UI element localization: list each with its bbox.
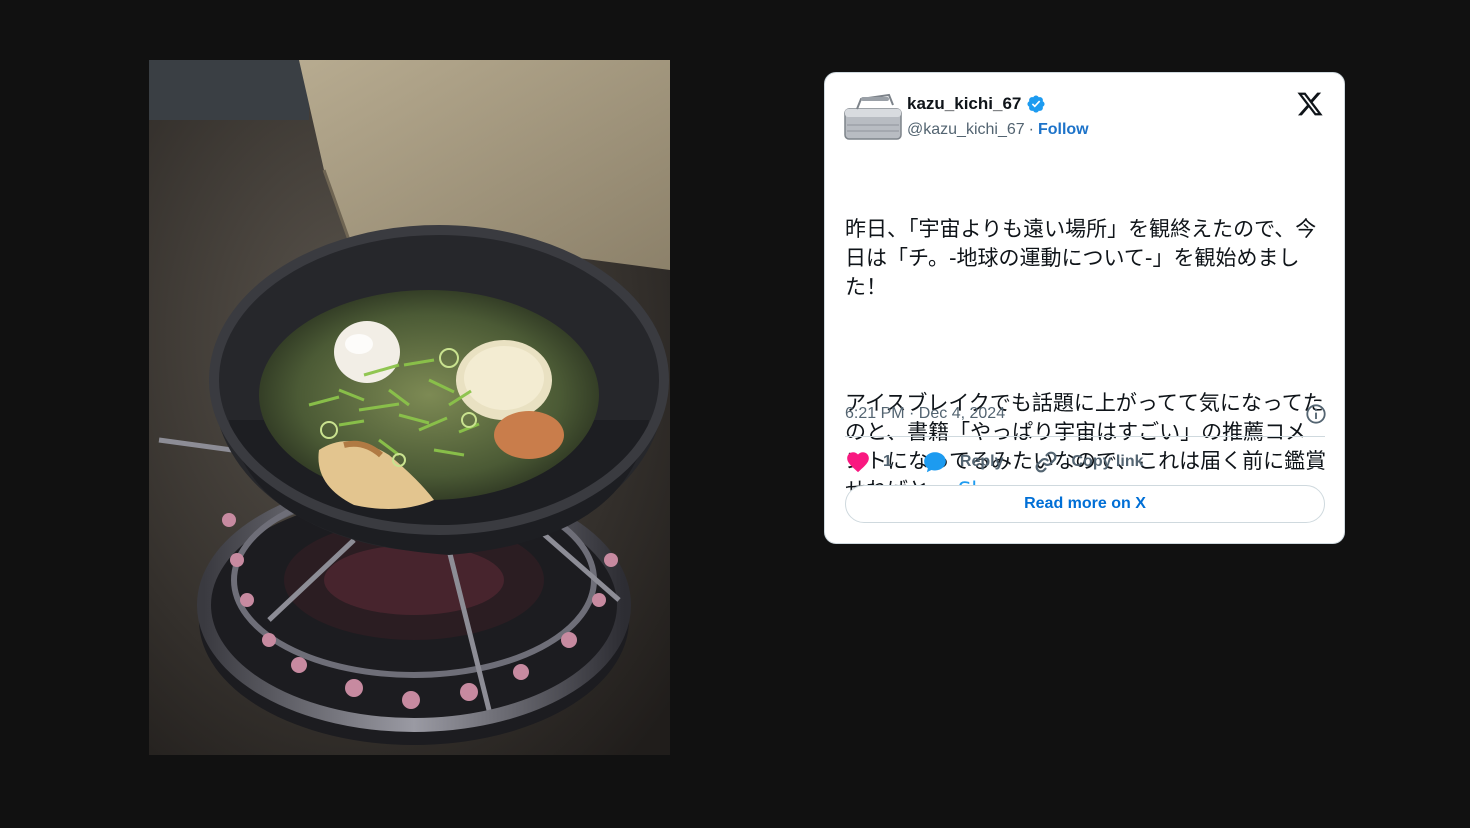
tweet-card[interactable]: kazu_kichi_67 @kazu_kichi_67 · Follow 昨日… — [824, 72, 1345, 544]
copy-link-label: Copy link — [1071, 453, 1144, 470]
reply-button[interactable]: Reply — [922, 449, 1004, 475]
reply-label: Reply — [959, 453, 1004, 470]
author-name-row[interactable]: kazu_kichi_67 — [907, 94, 1046, 114]
follow-link[interactable]: Follow — [1038, 121, 1089, 139]
like-count: 1 — [883, 453, 892, 470]
embed-page: kazu_kichi_67 @kazu_kichi_67 · Follow 昨日… — [0, 0, 1470, 828]
tweet-meta-row: 6:21 PM · Dec 4, 2024 — [845, 402, 1327, 426]
separator-dot: · — [1028, 121, 1034, 138]
tweet-photo[interactable] — [149, 60, 670, 755]
tweet-actions: 1 Reply Copy link — [845, 449, 1144, 475]
copy-link-button[interactable]: Copy link — [1033, 449, 1144, 475]
camping-stove-pot-photo — [149, 60, 670, 755]
verified-badge-icon — [1027, 95, 1045, 113]
author-handle-row: @kazu_kichi_67 · Follow — [907, 121, 1089, 139]
x-logo-icon[interactable] — [1296, 90, 1324, 118]
tweet-timestamp[interactable]: 6:21 PM · Dec 4, 2024 — [845, 405, 1005, 423]
link-icon — [1036, 451, 1057, 473]
tweet-paragraph-1: 昨日、「宇宙よりも遠い場所」を観終えたので、今日は「チ。-地球の運動について-」… — [845, 217, 1317, 299]
author-display-name[interactable]: kazu_kichi_67 — [907, 94, 1021, 114]
info-icon[interactable] — [1305, 403, 1327, 425]
divider — [845, 436, 1325, 437]
like-button[interactable]: 1 — [845, 449, 892, 475]
heart-icon — [847, 452, 869, 473]
author-handle[interactable]: @kazu_kichi_67 — [907, 121, 1025, 139]
read-more-button[interactable]: Read more on X — [845, 485, 1325, 523]
speech-bubble-icon — [924, 452, 946, 473]
avatar[interactable] — [843, 93, 903, 143]
lunchbox-avatar-icon — [844, 93, 902, 140]
